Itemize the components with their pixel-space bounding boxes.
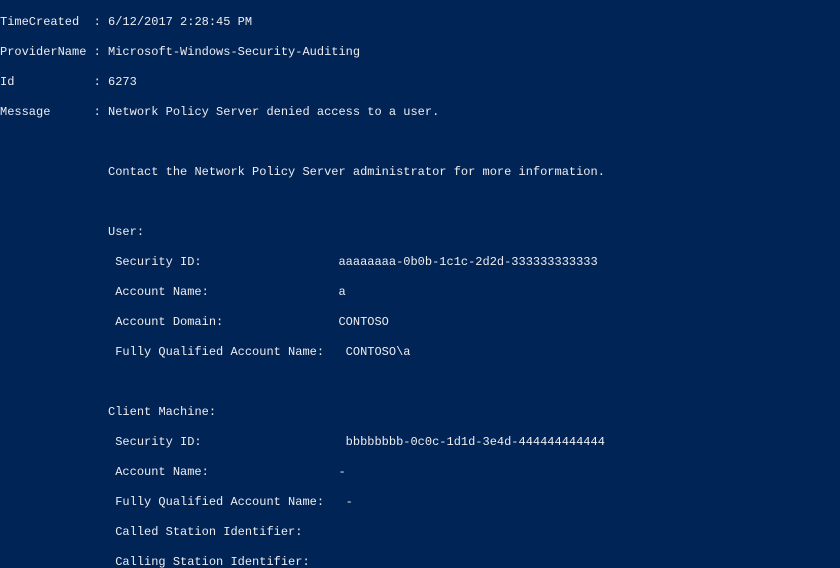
user-securityid-value: aaaaaaaa-0b0b-1c1c-2d2d-333333333333 <box>338 255 597 269</box>
user-accountdomain-value: CONTOSO <box>338 315 388 329</box>
user-accountdomain-label: Account Domain: <box>115 315 223 329</box>
value-message: Network Policy Server denied access to a… <box>108 105 439 119</box>
user-securityid: Security ID: aaaaaaaa-0b0b-1c1c-2d2d-333… <box>0 255 840 270</box>
header-id: Id : 6273 <box>0 75 840 90</box>
user-accountname: Account Name: a <box>0 285 840 300</box>
user-section: User: <box>0 225 840 240</box>
user-accountname-label: Account Name: <box>115 285 209 299</box>
client-securityid-label: Security ID: <box>115 435 201 449</box>
intro-text: Contact the Network Policy Server admini… <box>108 165 605 179</box>
client-accountname-label: Account Name: <box>115 465 209 479</box>
user-fqan: Fully Qualified Account Name: CONTOSO\a <box>0 345 840 360</box>
label-providername: ProviderName <box>0 45 86 59</box>
client-securityid-value: bbbbbbbb-0c0c-1d1d-3e4d-444444444444 <box>346 435 605 449</box>
intro-line: Contact the Network Policy Server admini… <box>0 165 840 180</box>
header-message: Message : Network Policy Server denied a… <box>0 105 840 120</box>
client-securityid: Security ID: bbbbbbbb-0c0c-1d1d-3e4d-444… <box>0 435 840 450</box>
powershell-output: TimeCreated : 6/12/2017 2:28:45 PM Provi… <box>0 0 840 568</box>
value-providername: Microsoft-Windows-Security-Auditing <box>108 45 360 59</box>
client-section-label: Client Machine: <box>108 405 216 419</box>
client-accountname-value: - <box>338 465 345 479</box>
client-called-label: Called Station Identifier: <box>115 525 302 539</box>
client-calling-label: Calling Station Identifier: <box>115 555 309 568</box>
blank-line <box>0 195 840 210</box>
client-called: Called Station Identifier: <box>0 525 840 540</box>
value-timecreated: 6/12/2017 2:28:45 PM <box>108 15 252 29</box>
user-section-label: User: <box>108 225 144 239</box>
label-timecreated: TimeCreated <box>0 15 79 29</box>
client-fqan: Fully Qualified Account Name: - <box>0 495 840 510</box>
user-accountdomain: Account Domain: CONTOSO <box>0 315 840 330</box>
header-timecreated: TimeCreated : 6/12/2017 2:28:45 PM <box>0 15 840 30</box>
client-section: Client Machine: <box>0 405 840 420</box>
header-providername: ProviderName : Microsoft-Windows-Securit… <box>0 45 840 60</box>
client-accountname: Account Name: - <box>0 465 840 480</box>
user-fqan-value: CONTOSO\a <box>346 345 411 359</box>
label-message: Message <box>0 105 50 119</box>
client-fqan-label: Fully Qualified Account Name: <box>115 495 324 509</box>
user-securityid-label: Security ID: <box>115 255 201 269</box>
client-calling: Calling Station Identifier: <box>0 555 840 568</box>
label-id: Id <box>0 75 14 89</box>
user-accountname-value: a <box>338 285 345 299</box>
blank-line <box>0 375 840 390</box>
client-fqan-value: - <box>346 495 353 509</box>
value-id: 6273 <box>108 75 137 89</box>
user-fqan-label: Fully Qualified Account Name: <box>115 345 324 359</box>
blank-line <box>0 135 840 150</box>
